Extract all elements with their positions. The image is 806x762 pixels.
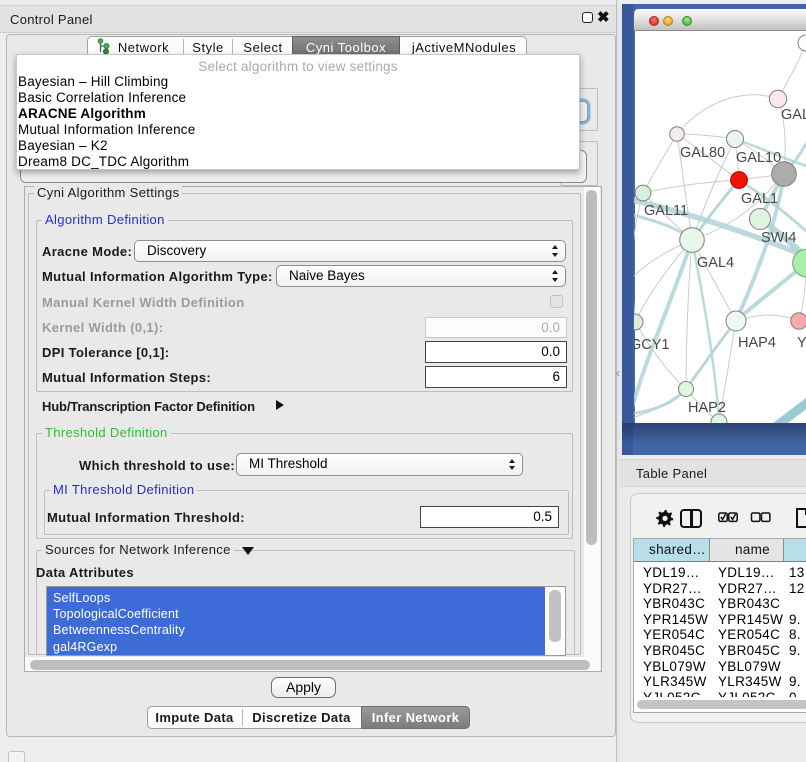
svg-text:GAL7: GAL7 xyxy=(781,107,806,123)
svg-text:GAL1: GAL1 xyxy=(741,191,778,207)
svg-text:GAL10: GAL10 xyxy=(736,150,781,166)
svg-text:GCY1: GCY1 xyxy=(634,337,670,353)
svg-text:GAL11: GAL11 xyxy=(644,203,688,219)
svg-text:Y: Y xyxy=(797,335,806,351)
svg-text:GAL4: GAL4 xyxy=(697,255,734,271)
svg-text:HAP2: HAP2 xyxy=(688,400,726,416)
svg-text:HAP4: HAP4 xyxy=(738,335,776,351)
svg-text:SWI4: SWI4 xyxy=(761,230,796,246)
svg-text:GAL80: GAL80 xyxy=(680,145,725,161)
